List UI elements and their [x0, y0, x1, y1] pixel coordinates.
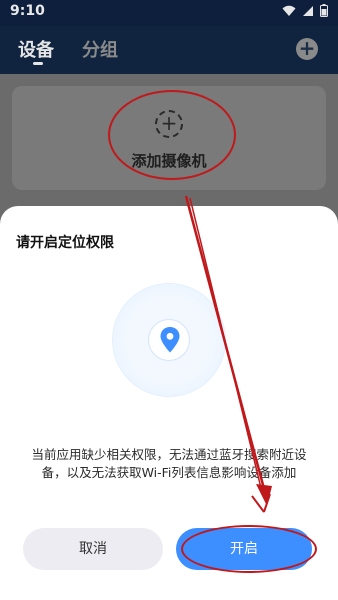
active-tab-indicator	[33, 62, 43, 65]
status-icons	[282, 4, 328, 17]
status-time: 9:10	[10, 3, 45, 19]
location-illustration	[113, 284, 225, 396]
location-pin-icon	[160, 327, 180, 353]
permission-dialog: 请开启定位权限 当前应用缺少相关权限，无法通过蓝牙搜索附近设备，以及无法获取Wi…	[0, 206, 338, 600]
status-bar: 9:10	[0, 0, 338, 26]
annotation-ellipse-top	[108, 90, 236, 180]
cancel-button[interactable]: 取消	[23, 528, 163, 570]
plus-circle-icon[interactable]: +	[296, 38, 318, 60]
annotation-ellipse-bottom	[181, 525, 317, 573]
dialog-title: 请开启定位权限	[16, 235, 114, 251]
wifi-icon	[282, 5, 296, 16]
signal-icon	[303, 5, 313, 16]
location-badge	[148, 319, 190, 361]
tab-groups[interactable]: 分组	[82, 36, 118, 62]
dialog-message: 当前应用缺少相关权限，无法通过蓝牙搜索附近设备，以及无法获取Wi-Fi列表信息影…	[31, 447, 307, 480]
tab-devices[interactable]: 设备	[18, 36, 54, 62]
battery-icon	[320, 4, 328, 17]
app-header: 设备 分组 +	[0, 26, 338, 74]
